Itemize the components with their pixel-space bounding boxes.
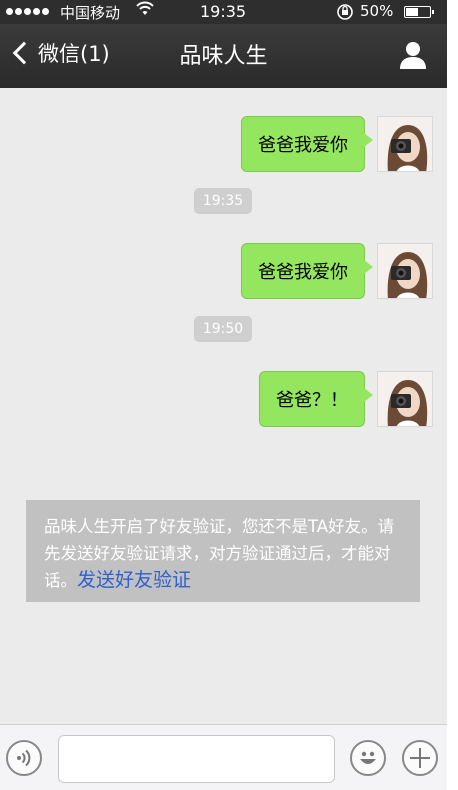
person-icon[interactable]: [398, 40, 428, 70]
signal-dots-icon: [6, 8, 49, 15]
friend-verification-notice: 品味人生开启了好友验证，您还不是TA好友。请先发送好友验证请求，对方验证通过后，…: [26, 500, 420, 602]
message-row: 爸爸？！: [259, 371, 433, 427]
message-bubble[interactable]: 爸爸我爱你: [241, 243, 373, 299]
emoji-icon[interactable]: [350, 740, 386, 776]
battery-fill: [406, 8, 418, 16]
status-bar: 中国移动 19:35 50%: [0, 0, 447, 24]
status-time: 19:35: [200, 2, 247, 21]
message-bubble[interactable]: 爸爸我爱你: [241, 116, 373, 172]
avatar[interactable]: [377, 116, 433, 172]
message-row: 爸爸我爱你: [241, 243, 433, 299]
message-input[interactable]: [58, 735, 335, 783]
voice-icon[interactable]: [6, 740, 42, 776]
battery-percent: 50%: [360, 2, 394, 20]
chat-screen: 中国移动 19:35 50% 微信(1) 品味人生 爸爸我爱你 19:35 爸爸…: [0, 0, 447, 790]
timestamp: 19:50: [194, 316, 252, 342]
send-verification-link[interactable]: 发送好友验证: [77, 569, 191, 591]
carrier-name: 中国移动: [60, 4, 121, 22]
battery-icon: [404, 6, 434, 18]
input-bar: [0, 724, 447, 790]
wifi-icon: [136, 1, 154, 21]
orientation-lock-icon: [336, 2, 354, 24]
avatar[interactable]: [377, 243, 433, 299]
page-title: 品味人生: [179, 44, 268, 69]
avatar[interactable]: [377, 371, 433, 427]
timestamp: 19:35: [194, 188, 252, 214]
plus-icon[interactable]: [402, 740, 438, 776]
message-row: 爸爸我爱你: [241, 116, 433, 172]
nav-bar: 微信(1) 品味人生: [0, 24, 447, 88]
message-bubble[interactable]: 爸爸？！: [259, 371, 373, 427]
